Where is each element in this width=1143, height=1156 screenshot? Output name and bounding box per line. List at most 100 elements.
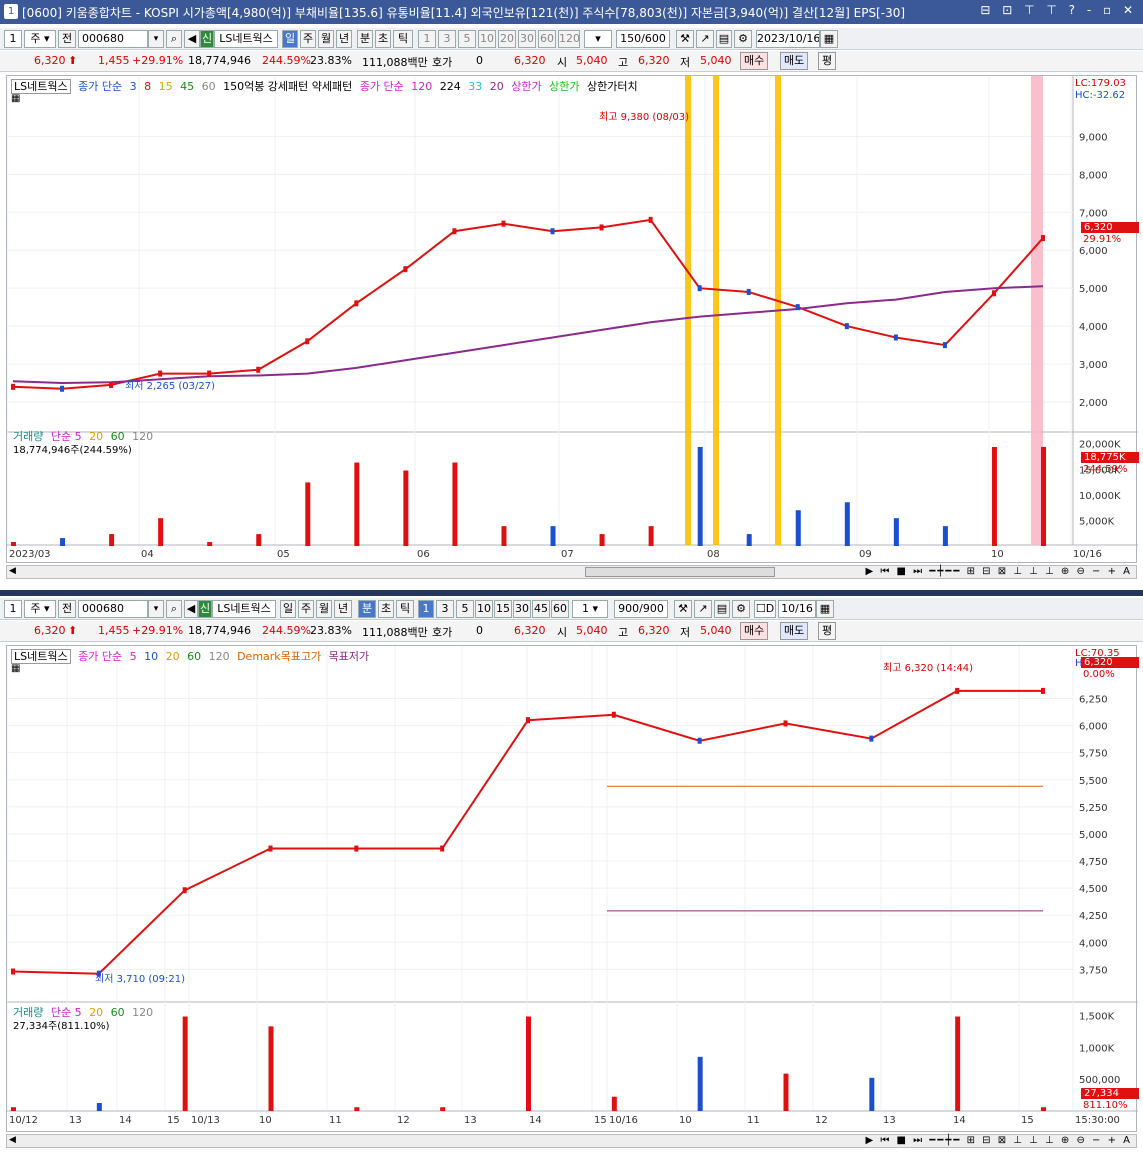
minute-chart-svg: 3,750 4,000 4,250 4,500 4,750 5,000 5,250 5,500…	[7, 646, 1138, 1126]
code-input[interactable]: 000680	[78, 30, 148, 48]
min-10[interactable]: 10	[478, 30, 496, 48]
vol-ma60: 60	[110, 1006, 125, 1019]
min-60[interactable]: 60	[551, 600, 569, 618]
scroll-controls[interactable]: ▶ ⏮ ■ ⏭ ━┿━━ ⊞ ⊟ ⊠ ⊥ ⊥ ⊥ ⊕ ⊖ − + A	[865, 566, 1132, 577]
sell-button[interactable]: 매도	[780, 52, 809, 70]
min-5[interactable]: 5	[458, 30, 476, 48]
calendar-icon[interactable]: ▦	[816, 600, 834, 618]
panel-number-button[interactable]: 1	[4, 30, 22, 48]
d-checkbox[interactable]: ☐D	[754, 600, 776, 618]
grid-icon[interactable]: ▦	[11, 663, 20, 674]
interval-select[interactable]: 1 ▾	[572, 600, 608, 618]
sound-icon[interactable]: ◀	[184, 30, 200, 48]
lc-value: LC:179.03	[1075, 78, 1126, 89]
buy-button[interactable]: 매수	[740, 52, 769, 70]
min-60[interactable]: 60	[538, 30, 556, 48]
minute-chart[interactable]: 3,750 4,000 4,250 4,500 4,750 5,000 5,250 5,500…	[6, 645, 1139, 1132]
top-scrollbar[interactable]: ◀ ▶ ⏮ ■ ⏭ ━┿━━ ⊞ ⊟ ⊠ ⊥ ⊥ ⊥ ⊕ ⊖ − + A	[6, 565, 1137, 579]
min-3[interactable]: 3	[438, 30, 456, 48]
min-45[interactable]: 45	[532, 600, 550, 618]
buy-button[interactable]: 매수	[740, 622, 769, 640]
period-second[interactable]: 초	[375, 30, 391, 48]
save-icon[interactable]: ▤	[714, 600, 730, 618]
eval-button[interactable]: 평	[818, 622, 837, 640]
min-30[interactable]: 30	[518, 30, 536, 48]
volume-bar	[207, 542, 213, 546]
calendar-icon[interactable]: ▦	[820, 30, 838, 48]
period-month[interactable]: 월	[318, 30, 334, 48]
period-year[interactable]: 년	[334, 600, 352, 618]
period-day[interactable]: 일	[282, 30, 298, 48]
period-week[interactable]: 주	[298, 600, 314, 618]
period-minute[interactable]: 분	[357, 30, 373, 48]
search-icon[interactable]: ⌕	[166, 600, 182, 618]
scroll-left-icon[interactable]: ◀	[9, 566, 16, 576]
volume-bar	[795, 510, 801, 546]
chevron-down-icon[interactable]: ▾	[148, 30, 164, 48]
date-input[interactable]: 2023/10/16	[756, 30, 820, 48]
sell-button[interactable]: 매도	[780, 622, 809, 640]
panel-number-button[interactable]: 1	[4, 600, 22, 618]
x-tick-label: 13	[69, 1115, 82, 1126]
sound-icon[interactable]: ◀	[184, 600, 198, 618]
legend-ma-20: 20	[165, 650, 180, 663]
period-week[interactable]: 주	[300, 30, 316, 48]
min-30[interactable]: 30	[513, 600, 531, 618]
volume-bar	[440, 1107, 446, 1111]
date-input[interactable]: 10/16	[778, 600, 816, 618]
min-1[interactable]: 1	[418, 600, 434, 618]
grid-icon[interactable]: ▦	[11, 93, 20, 104]
min-3[interactable]: 3	[436, 600, 454, 618]
count-input[interactable]: 150/600	[616, 30, 670, 48]
prev-button[interactable]: 전	[58, 600, 76, 618]
search-icon[interactable]: ⌕	[166, 30, 182, 48]
min-120[interactable]: 120	[558, 30, 580, 48]
volume-value: 18,774,946주(244.59%)	[13, 445, 132, 456]
code-input[interactable]: 000680	[78, 600, 148, 618]
legend-touch: 상한가터치	[587, 80, 638, 93]
min-10[interactable]: 10	[475, 600, 493, 618]
volume-bar	[182, 1016, 188, 1111]
min-1[interactable]: 1	[418, 30, 436, 48]
highlight-band	[685, 76, 691, 545]
period-tick[interactable]: 틱	[396, 600, 414, 618]
volume-bar	[550, 526, 556, 546]
hoga-label: 호가	[432, 626, 453, 639]
type-select[interactable]: 주 ▾	[24, 600, 56, 618]
price-point	[795, 304, 800, 311]
draw-icon[interactable]: ↗	[694, 600, 712, 618]
gear-icon[interactable]: ⚙	[732, 600, 750, 618]
volume-bar	[354, 1107, 360, 1111]
prev-button[interactable]: 전	[58, 30, 76, 48]
price-point	[955, 687, 960, 694]
scroll-controls[interactable]: ▶ ⏮ ■ ⏭ ━━┿━ ⊞ ⊟ ⊠ ⊥ ⊥ ⊥ ⊕ ⊖ − + A	[865, 1135, 1132, 1146]
period-year[interactable]: 년	[336, 30, 352, 48]
min-5[interactable]: 5	[456, 600, 474, 618]
stock-name: LS네트웍스	[214, 30, 278, 48]
count-input[interactable]: 900/900	[614, 600, 668, 618]
daily-chart[interactable]: 2,000 3,000 4,000 5,000 6,000 7,000 8,000 9,000…	[6, 75, 1139, 563]
chevron-down-icon[interactable]: ▾	[148, 600, 164, 618]
min-20[interactable]: 20	[498, 30, 516, 48]
period-second[interactable]: 초	[378, 600, 394, 618]
type-select[interactable]: 주 ▾	[24, 30, 56, 48]
tool-icon[interactable]: ⚒	[674, 600, 692, 618]
period-day[interactable]: 일	[280, 600, 296, 618]
x-tick-label: 10	[679, 1115, 692, 1126]
save-icon[interactable]: ▤	[716, 30, 732, 48]
scroll-left-icon[interactable]: ◀	[9, 1135, 16, 1145]
interval-select[interactable]: ▾	[584, 30, 612, 48]
price-point	[501, 220, 506, 227]
bottom-scrollbar[interactable]: ◀ ▶ ⏮ ■ ⏭ ━━┿━ ⊞ ⊟ ⊠ ⊥ ⊥ ⊥ ⊕ ⊖ − + A	[6, 1134, 1137, 1148]
gear-icon[interactable]: ⚙	[734, 30, 752, 48]
scroll-thumb[interactable]	[585, 567, 775, 577]
period-minute[interactable]: 분	[358, 600, 376, 618]
period-tick[interactable]: 틱	[393, 30, 413, 48]
period-month[interactable]: 월	[316, 600, 332, 618]
eval-button[interactable]: 평	[818, 52, 837, 70]
window-controls[interactable]: ⊟ ⊡ ⊤ ⊤ ? - ▫ ✕	[980, 3, 1137, 17]
y-tick-label: 4,250	[1079, 911, 1108, 922]
tool-icon[interactable]: ⚒	[676, 30, 694, 48]
min-15[interactable]: 15	[494, 600, 512, 618]
draw-icon[interactable]: ↗	[696, 30, 714, 48]
